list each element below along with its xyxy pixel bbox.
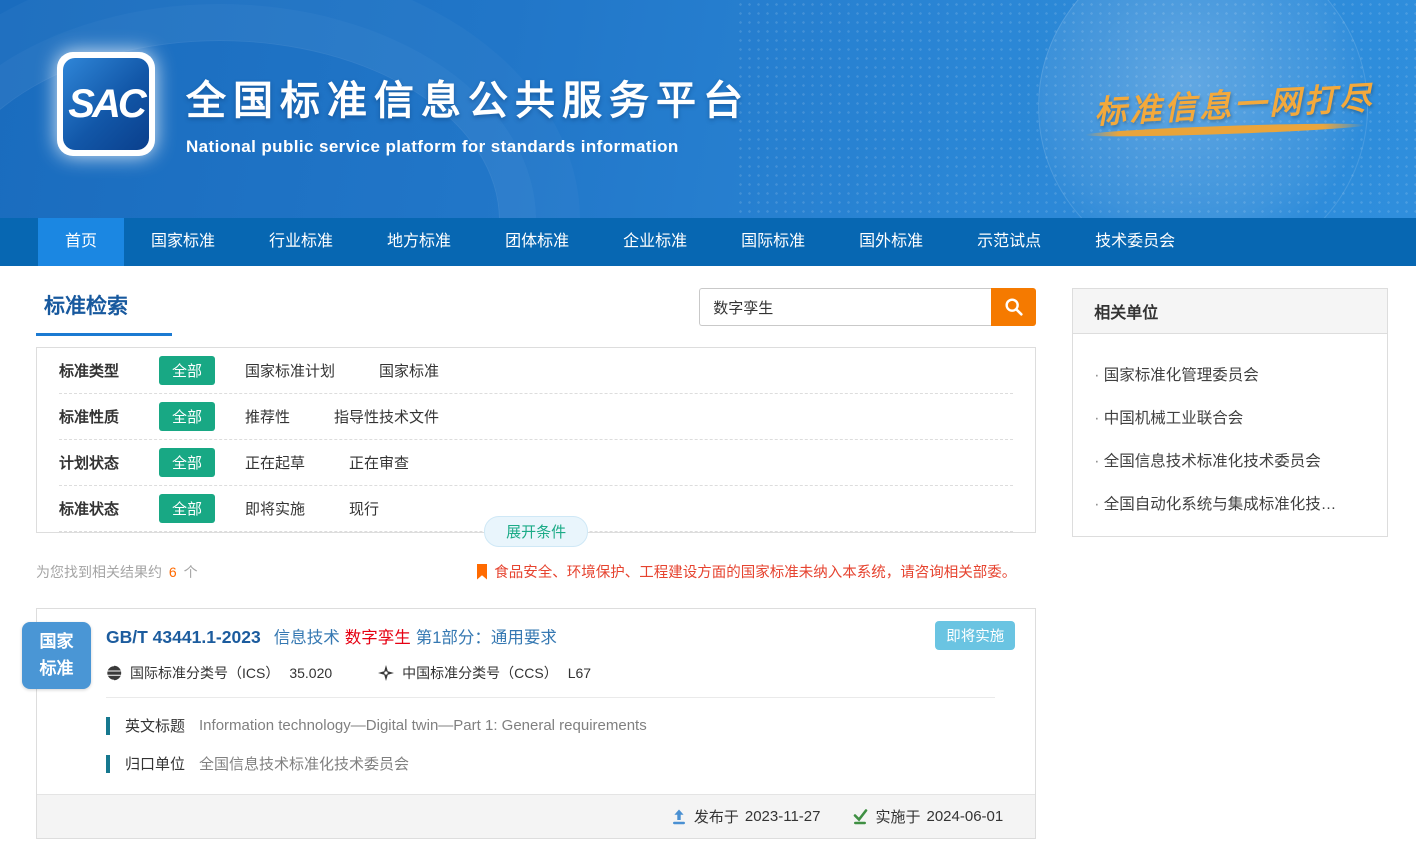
filter-option[interactable]: 正在起草 [245,452,305,473]
bookmark-icon [476,564,494,580]
nav-item-local-standards[interactable]: 地方标准 [360,218,478,266]
search-box [699,288,1036,326]
ics-value: 35.020 [289,665,332,681]
filter-panel: 标准类型 全部 国家标准计划 国家标准 标准性质 全部 推荐性 指导性技术文件 … [36,347,1036,533]
compass-icon [378,665,402,681]
result-count-prefix: 为您找到相关结果约 [36,564,162,580]
nav-item-pilot[interactable]: 示范试点 [950,218,1068,266]
notice-text: 食品安全、环境保护、工程建设方面的国家标准未纳入本系统，请咨询相关部委。 [494,561,1016,582]
related-unit-link[interactable]: 国家标准化管理委员会 [1094,363,1366,385]
english-title-label: 英文标题 [125,715,185,736]
standard-code[interactable]: GB/T 43441.1-2023 [106,627,261,648]
card-footer: 发布于 2023-11-27 实施于 2024-06-01 [37,794,1035,838]
filter-all-button[interactable]: 全部 [159,494,215,523]
search-button[interactable] [991,288,1036,326]
main-column: 标准检索 标准类型 全部 国家标准计划 国家标准 [36,288,1036,839]
row-accent-bar [106,755,110,773]
publish-date: 2023-11-27 [745,808,821,825]
filter-row-standard-nature: 标准性质 全部 推荐性 指导性技术文件 [59,394,1013,440]
ccs-label: 中国标准分类号（CCS） [402,663,558,683]
upload-icon [671,809,694,825]
nav-item-group-standards[interactable]: 团体标准 [478,218,596,266]
result-meta-row: 为您找到相关结果约 6 个 食品安全、环境保护、工程建设方面的国家标准未纳入本系… [36,561,1036,582]
filter-option[interactable]: 现行 [349,498,379,519]
result-count: 为您找到相关结果约 6 个 [36,562,198,582]
ccs-item: 中国标准分类号（CCS） L67 [378,663,591,683]
status-badge: 即将实施 [935,621,1015,650]
nav-item-home[interactable]: 首页 [38,218,124,266]
content-area: 标准检索 标准类型 全部 国家标准计划 国家标准 [0,266,1416,839]
nav-item-industry-standards[interactable]: 行业标准 [242,218,360,266]
page-title: 标准检索 [36,288,172,336]
committee-label: 归口单位 [125,753,185,774]
sac-logo-text: SAC [63,58,149,150]
related-units-panel: 相关单位 国家标准化管理委员会 中国机械工业联合会 全国信息技术标准化技术委员会… [1072,288,1388,537]
filter-row-standard-type: 标准类型 全部 国家标准计划 国家标准 [59,348,1013,394]
filter-option[interactable]: 指导性技术文件 [334,406,439,427]
sac-logo[interactable]: SAC [57,52,155,156]
standard-title[interactable]: 信息技术数字孪生第1部分：通用要求 [274,624,557,648]
result-count-number: 6 [169,564,177,580]
nav-item-national-standards[interactable]: 国家标准 [124,218,242,266]
standard-title-link[interactable]: GB/T 43441.1-2023 信息技术数字孪生第1部分：通用要求 [106,624,1015,648]
publish-date-item: 发布于 2023-11-27 [671,806,821,827]
filter-label: 标准状态 [59,498,159,519]
row-accent-bar [106,717,110,735]
filter-row-plan-status: 计划状态 全部 正在起草 正在审查 [59,440,1013,486]
related-unit-link[interactable]: 全国自动化系统与集成标准化技… [1094,492,1366,514]
title-highlight: 数字孪生 [345,629,411,647]
committee-value: 全国信息技术标准化技术委员会 [199,753,409,774]
check-icon [852,809,875,825]
filter-all-button[interactable]: 全部 [159,448,215,477]
title-post: 第1部分：通用要求 [416,629,557,647]
result-card: 国家 标准 GB/T 43441.1-2023 信息技术数字孪生第1部分：通用要… [36,608,1036,839]
ics-label: 国际标准分类号（ICS） [130,663,279,683]
english-title-row: 英文标题 Information technology—Digital twin… [37,715,1035,736]
publish-label: 发布于 [694,806,739,827]
title-pre: 信息技术 [274,629,340,647]
filter-option[interactable]: 正在审查 [349,452,409,473]
filter-label: 计划状态 [59,452,159,473]
globe-icon [106,665,130,681]
nav-item-enterprise-standards[interactable]: 企业标准 [596,218,714,266]
ccs-value: L67 [568,665,591,681]
classification-row: 国际标准分类号（ICS） 35.020 中国标准分类号（CCS） L67 [106,663,1015,683]
search-input[interactable] [699,288,991,326]
related-unit-link[interactable]: 全国信息技术标准化技术委员会 [1094,449,1366,471]
site-title-block: 全国标准信息公共服务平台 National public service pla… [186,68,750,157]
nav-item-international-standards[interactable]: 国际标准 [714,218,832,266]
search-section-header: 标准检索 [36,288,1036,334]
english-title-value: Information technology—Digital twin—Part… [199,717,647,734]
site-header: SAC 全国标准信息公共服务平台 National public service… [0,0,1416,218]
card-head: GB/T 43441.1-2023 信息技术数字孪生第1部分：通用要求 即将实施 [37,609,1035,698]
filter-option[interactable]: 国家标准计划 [245,360,335,381]
implement-date-item: 实施于 2024-06-01 [852,806,1003,827]
card-divider [106,697,995,698]
main-nav: 首页 国家标准 行业标准 地方标准 团体标准 企业标准 国际标准 国外标准 示范… [0,218,1416,266]
ics-item: 国际标准分类号（ICS） 35.020 [106,663,332,683]
result-count-suffix: 个 [184,564,198,580]
site-title: 全国标准信息公共服务平台 [186,68,750,126]
filter-all-button[interactable]: 全部 [159,356,215,385]
related-units-list: 国家标准化管理委员会 中国机械工业联合会 全国信息技术标准化技术委员会 全国自动… [1073,334,1387,536]
site-subtitle: National public service platform for sta… [186,137,750,157]
notice-banner: 食品安全、环境保护、工程建设方面的国家标准未纳入本系统，请咨询相关部委。 [476,561,1036,582]
implement-label: 实施于 [875,806,920,827]
search-icon [1003,296,1025,318]
nav-item-foreign-standards[interactable]: 国外标准 [832,218,950,266]
filter-label: 标准性质 [59,406,159,427]
nav-item-technical-committee[interactable]: 技术委员会 [1068,218,1202,266]
filter-all-button[interactable]: 全部 [159,402,215,431]
committee-row: 归口单位 全国信息技术标准化技术委员会 [37,753,1035,774]
filter-label: 标准类型 [59,360,159,381]
filter-option[interactable]: 国家标准 [379,360,439,381]
implement-date: 2024-06-01 [927,808,1004,825]
filter-option[interactable]: 推荐性 [245,406,290,427]
expand-conditions-button[interactable]: 展开条件 [484,516,588,547]
related-units-title: 相关单位 [1073,289,1387,334]
related-unit-link[interactable]: 中国机械工业联合会 [1094,406,1366,428]
filter-option[interactable]: 即将实施 [245,498,305,519]
